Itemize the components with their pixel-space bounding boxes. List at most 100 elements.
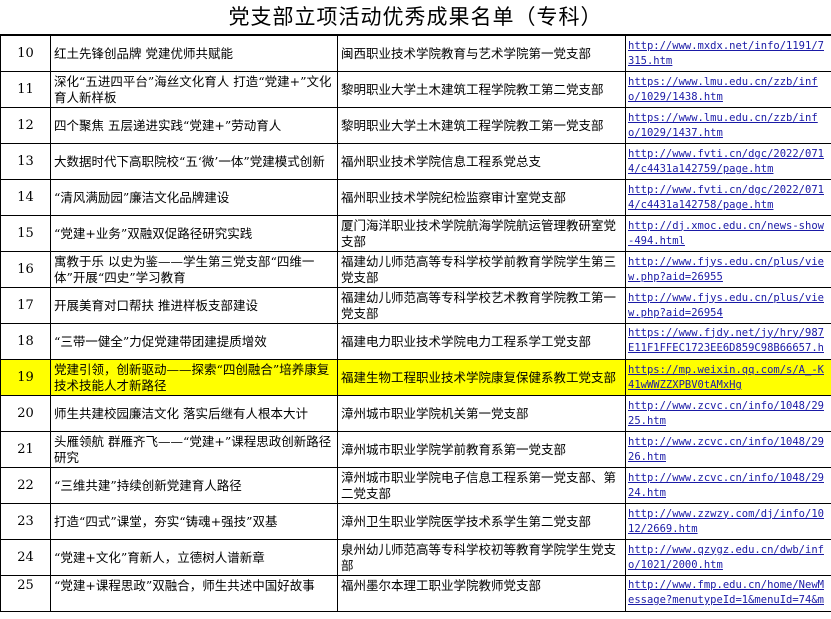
result-link-text: https://mp.weixin.qq.com/s/A_-K41wWWZZXP… — [628, 363, 824, 391]
result-link-cell: http://www.fmp.edu.cn/home/NewMessage?me… — [625, 575, 831, 612]
result-link-text: http://www.fvti.cn/dgc/2022/0714/c4431a1… — [628, 183, 824, 211]
row-number: 12 — [0, 107, 51, 144]
result-link-text: http://www.zcvc.cn/info/1048/2924.htm — [628, 471, 824, 499]
project-name-text: “三带一健全”力促党建带团建提质增效 — [54, 333, 267, 349]
row-number: 18 — [0, 323, 51, 360]
result-link-cell: http://www.mxdx.net/info/1191/7315.htm — [625, 35, 831, 72]
result-link[interactable]: http://www.fmp.edu.cn/home/NewMessage?me… — [628, 578, 829, 610]
row-number: 21 — [0, 431, 51, 468]
table-row: 17 开展美育对口帮扶 推进样板支部建设 福建幼儿师范高等专科学校艺术教育学院教工第… — [0, 287, 831, 324]
branch-unit-text: 漳州城市职业学院学前教育系第一党支部 — [341, 441, 567, 457]
branch-unit: 漳州城市职业学院电子信息工程系第一党支部、第二党支部 — [337, 467, 626, 504]
result-link[interactable]: http://www.qzygz.edu.cn/dwb/info/1021/20… — [628, 543, 829, 573]
result-link[interactable]: http://www.fvti.cn/dgc/2022/0714/c4431a1… — [628, 183, 829, 213]
project-name: 党建引领，创新驱动——探索“四创融合”培养康复技术技能人才新路径 — [50, 359, 338, 396]
result-link[interactable]: https://mp.weixin.qq.com/s/A_-K41wWWZZXP… — [628, 363, 829, 393]
table-row: 24 “党建+文化”育新人，立德树人谱新章 泉州幼儿师范高等专科学校初等教育学院学生… — [0, 539, 831, 576]
table-row: 19 党建引领，创新驱动——探索“四创融合”培养康复技术技能人才新路径 福建生物工程… — [0, 359, 831, 396]
branch-unit: 闽西职业技术学院教育与艺术学院第一党支部 — [337, 35, 626, 72]
result-link-text: http://www.mxdx.net/info/1191/7315.htm — [628, 39, 824, 67]
project-name: “党建+课程思政”双融合，师生共述中国好故事 — [50, 575, 338, 612]
branch-unit: 泉州幼儿师范高等专科学校初等教育学院学生党支部 — [337, 539, 626, 576]
row-number: 19 — [0, 359, 51, 396]
project-name: 开展美育对口帮扶 推进样板支部建设 — [50, 287, 338, 324]
row-number: 10 — [0, 35, 51, 72]
project-name: 寓教于乐 以史为鉴——学生第三党支部“四维一体”开展“四史”学习教育 — [50, 251, 338, 288]
project-name-text: 大数据时代下高职院校“五‘微’一体”党建模式创新 — [54, 153, 325, 169]
result-link[interactable]: https://www.lmu.edu.cn/zzb/info/1029/143… — [628, 75, 829, 105]
branch-unit-text: 福建电力职业技术学院电力工程系学工党支部 — [341, 333, 592, 349]
branch-unit: 福建生物工程职业技术学院康复保健系教工党支部 — [337, 359, 626, 396]
result-link[interactable]: http://www.fjys.edu.cn/plus/view.php?aid… — [628, 255, 829, 285]
result-link-text: http://dj.xmoc.edu.cn/news-show-494.html — [628, 219, 824, 247]
project-name-text: 寓教于乐 以史为鉴——学生第三党支部“四维一体”开展“四史”学习教育 — [54, 253, 315, 285]
row-number: 15 — [0, 215, 51, 252]
branch-unit-text: 福州职业技术学院信息工程系党总支 — [341, 153, 542, 169]
branch-unit-text: 漳州城市职业学院电子信息工程系第一党支部、第二党支部 — [341, 469, 617, 501]
result-link[interactable]: http://www.zzwzy.com/dj/info/1012/2669.h… — [628, 507, 829, 537]
branch-unit: 黎明职业大学土木建筑工程学院教工第一党支部 — [337, 107, 626, 144]
result-link[interactable]: http://www.fvti.cn/dgc/2022/0714/c4431a1… — [628, 147, 829, 177]
table-row: 10 红土先锋创品牌 党建优师共赋能 闽西职业技术学院教育与艺术学院第一党支部 htt… — [0, 35, 831, 72]
result-link-cell: http://dj.xmoc.edu.cn/news-show-494.html — [625, 215, 831, 252]
table-row: 11 深化“五进四平台”海丝文化育人 打造“党建+”文化育人新样板 黎明职业大学土木… — [0, 71, 831, 108]
table-row: 25 “党建+课程思政”双融合，师生共述中国好故事 福州墨尔本理工职业学院教师党支部… — [0, 575, 831, 612]
result-link-text: https://www.fjdy.net/jy/hry/987E11F1FFEC… — [628, 326, 824, 358]
branch-unit-text: 厦门海洋职业技术学院航海学院航运管理教研室党支部 — [341, 217, 617, 249]
table-row: 21 头雁领航 群雁齐飞——“党建+”课程思政创新路径研究 漳州城市职业学院学前教育… — [0, 431, 831, 468]
result-link[interactable]: https://www.lmu.edu.cn/zzb/info/1029/143… — [628, 111, 829, 141]
table-row: 23 打造“四式”课堂，夯实“铸魂+强技”双基 漳州卫生职业学院医学技术系学生第二党… — [0, 503, 831, 540]
row-number: 24 — [0, 539, 51, 576]
result-link-text: http://www.zzwzy.com/dj/info/1012/2669.h… — [628, 507, 824, 535]
result-link-cell: http://www.fvti.cn/dgc/2022/0714/c4431a1… — [625, 143, 831, 180]
project-name: “党建+业务”双融双促路径研究实践 — [50, 215, 338, 252]
branch-unit-text: 闽西职业技术学院教育与艺术学院第一党支部 — [341, 45, 592, 61]
result-link[interactable]: https://www.fjdy.net/jy/hry/987E11F1FFEC… — [628, 326, 829, 358]
branch-unit-text: 漳州卫生职业学院医学技术系学生第二党支部 — [341, 513, 592, 529]
result-link[interactable]: http://www.zcvc.cn/info/1048/2925.htm — [628, 399, 829, 429]
result-link-cell: http://www.zzwzy.com/dj/info/1012/2669.h… — [625, 503, 831, 540]
table-row: 22 “三维共建”持续创新党建育人路径 漳州城市职业学院电子信息工程系第一党支部、第… — [0, 467, 831, 504]
project-name: 大数据时代下高职院校“五‘微’一体”党建模式创新 — [50, 143, 338, 180]
result-link[interactable]: http://www.zcvc.cn/info/1048/2926.htm — [628, 435, 829, 465]
project-name: 师生共建校园廉洁文化 落实后继有人根本大计 — [50, 395, 338, 432]
project-name: “清风满励园”廉洁文化品牌建设 — [50, 179, 338, 216]
row-number: 14 — [0, 179, 51, 216]
table-row: 16 寓教于乐 以史为鉴——学生第三党支部“四维一体”开展“四史”学习教育 福建幼儿… — [0, 251, 831, 288]
project-name-text: 深化“五进四平台”海丝文化育人 打造“党建+”文化育人新样板 — [54, 73, 332, 105]
result-link[interactable]: http://www.zcvc.cn/info/1048/2924.htm — [628, 471, 829, 501]
project-name-text: 四个聚焦 五层递进实践“党建+”劳动育人 — [54, 117, 282, 133]
result-link-cell: http://www.fjys.edu.cn/plus/view.php?aid… — [625, 251, 831, 288]
row-number: 22 — [0, 467, 51, 504]
table-body: 10 红土先锋创品牌 党建优师共赋能 闽西职业技术学院教育与艺术学院第一党支部 htt… — [0, 35, 831, 612]
row-number: 17 — [0, 287, 51, 324]
page-title: 党支部立项活动优秀成果名单（专科） — [0, 0, 831, 35]
project-name-text: “清风满励园”廉洁文化品牌建设 — [54, 189, 230, 205]
result-link[interactable]: http://www.fjys.edu.cn/plus/view.php?aid… — [628, 291, 829, 321]
project-name: “党建+文化”育新人，立德树人谱新章 — [50, 539, 338, 576]
branch-unit: 黎明职业大学土木建筑工程学院教工第二党支部 — [337, 71, 626, 108]
result-link-cell: https://www.lmu.edu.cn/zzb/info/1029/143… — [625, 71, 831, 108]
branch-unit-text: 黎明职业大学土木建筑工程学院教工第二党支部 — [341, 81, 604, 97]
project-name-text: “三维共建”持续创新党建育人路径 — [54, 477, 242, 493]
row-number: 20 — [0, 395, 51, 432]
result-link-cell: http://www.qzygz.edu.cn/dwb/info/1021/20… — [625, 539, 831, 576]
result-link-cell: http://www.zcvc.cn/info/1048/2924.htm — [625, 467, 831, 504]
branch-unit-text: 黎明职业大学土木建筑工程学院教工第一党支部 — [341, 117, 604, 133]
project-name: 打造“四式”课堂，夯实“铸魂+强技”双基 — [50, 503, 338, 540]
project-name-text: 开展美育对口帮扶 推进样板支部建设 — [54, 297, 258, 313]
result-link[interactable]: http://dj.xmoc.edu.cn/news-show-494.html — [628, 219, 829, 249]
project-name-text: 红土先锋创品牌 党建优师共赋能 — [54, 45, 233, 61]
project-name-text: 头雁领航 群雁齐飞——“党建+”课程思政创新路径研究 — [54, 433, 332, 465]
result-link-text: http://www.fmp.edu.cn/home/NewMessage?me… — [628, 579, 824, 610]
branch-unit-text: 漳州城市职业学院机关第一党支部 — [341, 405, 529, 421]
project-name-text: “党建+课程思政”双融合，师生共述中国好故事 — [54, 578, 315, 593]
project-name: 红土先锋创品牌 党建优师共赋能 — [50, 35, 338, 72]
row-number: 13 — [0, 143, 51, 180]
project-name: 深化“五进四平台”海丝文化育人 打造“党建+”文化育人新样板 — [50, 71, 338, 108]
project-name-text: 党建引领，创新驱动——探索“四创融合”培养康复技术技能人才新路径 — [54, 361, 330, 393]
branch-unit: 福州职业技术学院纪检监察审计室党支部 — [337, 179, 626, 216]
table-row: 18 “三带一健全”力促党建带团建提质增效 福建电力职业技术学院电力工程系学工党支部… — [0, 323, 831, 360]
branch-unit: 福建幼儿师范高等专科学校艺术教育学院教工第一党支部 — [337, 287, 626, 324]
result-link[interactable]: http://www.mxdx.net/info/1191/7315.htm — [628, 39, 829, 69]
